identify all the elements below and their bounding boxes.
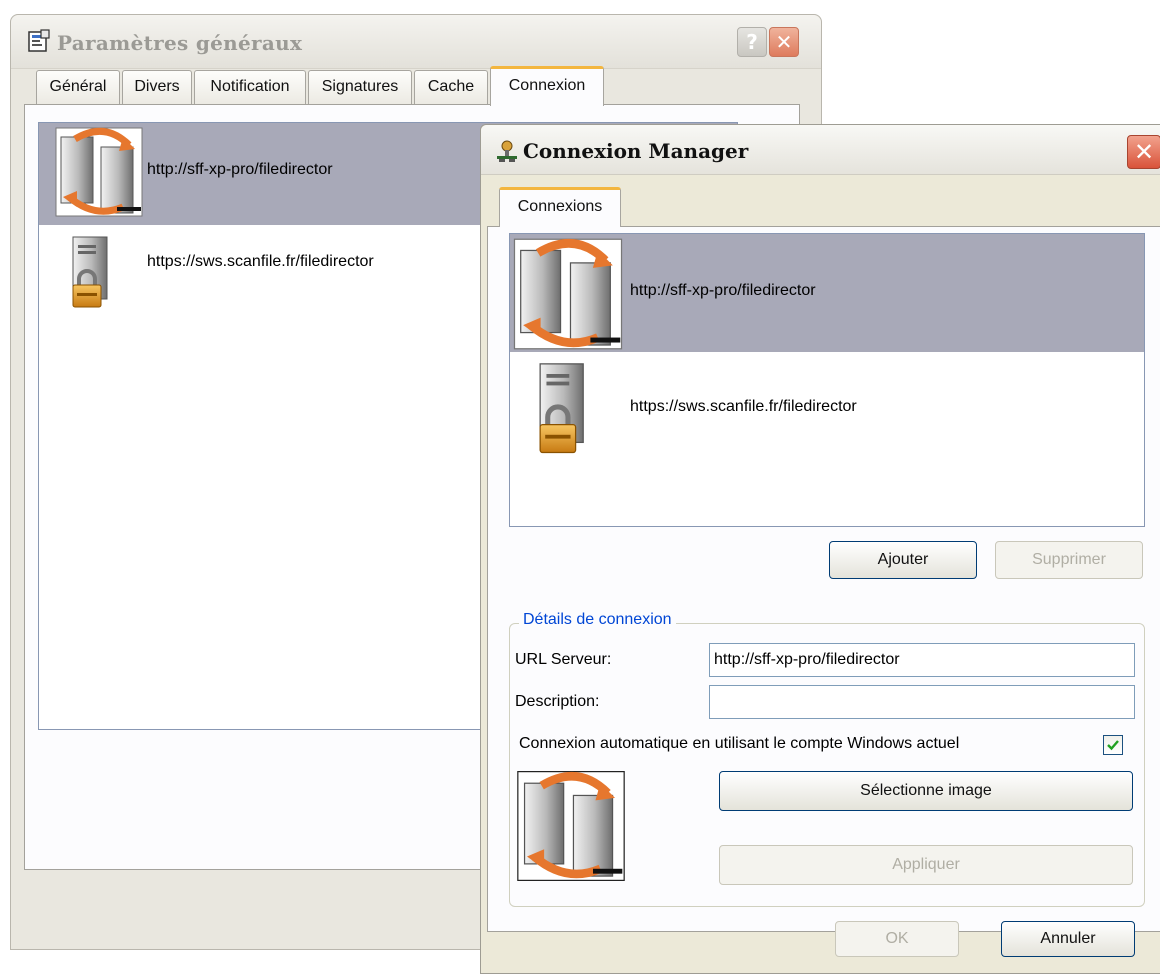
details-legend: Détails de connexion: [519, 611, 676, 629]
tab-divers[interactable]: Divers: [122, 70, 192, 104]
manager-connection-list[interactable]: http://sff-xp-pro/filedirector https://s…: [509, 233, 1145, 527]
ok-button[interactable]: OK: [835, 921, 959, 957]
connexion-manager-window: Connexion Manager ✕ Connexions http://sf…: [480, 124, 1160, 974]
params-window-title: Paramètres généraux: [57, 31, 303, 55]
manager-titlebar[interactable]: Connexion Manager ✕: [481, 125, 1160, 175]
network-icon: [497, 140, 517, 162]
url-input[interactable]: http://sff-xp-pro/filedirector: [709, 643, 1135, 677]
tab-notification[interactable]: Notification: [194, 70, 306, 104]
checkmark-icon: [1107, 740, 1119, 751]
tab-signatures[interactable]: Signatures: [308, 70, 412, 104]
tab-cache[interactable]: Cache: [414, 70, 488, 104]
connection-image-preview: [517, 771, 625, 881]
connection-url: http://sff-xp-pro/filedirector: [630, 282, 816, 299]
tab-general[interactable]: Général: [36, 70, 120, 104]
secure-server-icon: [72, 236, 108, 308]
params-window-titlebar[interactable]: Paramètres généraux ? ✕: [11, 15, 821, 69]
connection-url: https://sws.scanfile.fr/filedirector: [147, 253, 374, 270]
manager-title: Connexion Manager: [523, 139, 749, 163]
manager-close-button[interactable]: ✕: [1127, 135, 1160, 169]
description-input[interactable]: [709, 685, 1135, 719]
connection-url: http://sff-xp-pro/filedirector: [147, 161, 333, 178]
add-button[interactable]: Ajouter: [829, 541, 977, 579]
select-image-button[interactable]: Sélectionne image: [719, 771, 1133, 811]
params-close-button[interactable]: ✕: [769, 27, 799, 57]
connection-url: https://sws.scanfile.fr/filedirector: [630, 398, 857, 415]
help-button[interactable]: ?: [737, 27, 767, 57]
url-label: URL Serveur:: [515, 651, 612, 668]
properties-icon: [28, 29, 50, 52]
list-item[interactable]: http://sff-xp-pro/filedirector: [510, 234, 1144, 352]
apply-button[interactable]: Appliquer: [719, 845, 1133, 885]
auto-login-checkbox[interactable]: [1103, 735, 1123, 755]
tab-connexions[interactable]: Connexions: [499, 187, 621, 227]
auto-login-label: Connexion automatique en utilisant le co…: [519, 735, 960, 752]
list-item[interactable]: https://sws.scanfile.fr/filedirector: [510, 352, 1144, 468]
secure-server-icon: [539, 363, 584, 454]
tab-connexion[interactable]: Connexion: [490, 66, 604, 106]
description-label: Description:: [515, 693, 600, 710]
cancel-button[interactable]: Annuler: [1001, 921, 1135, 957]
server-sync-icon: [513, 238, 623, 350]
delete-button[interactable]: Supprimer: [995, 541, 1143, 579]
server-sync-icon: [55, 127, 143, 217]
